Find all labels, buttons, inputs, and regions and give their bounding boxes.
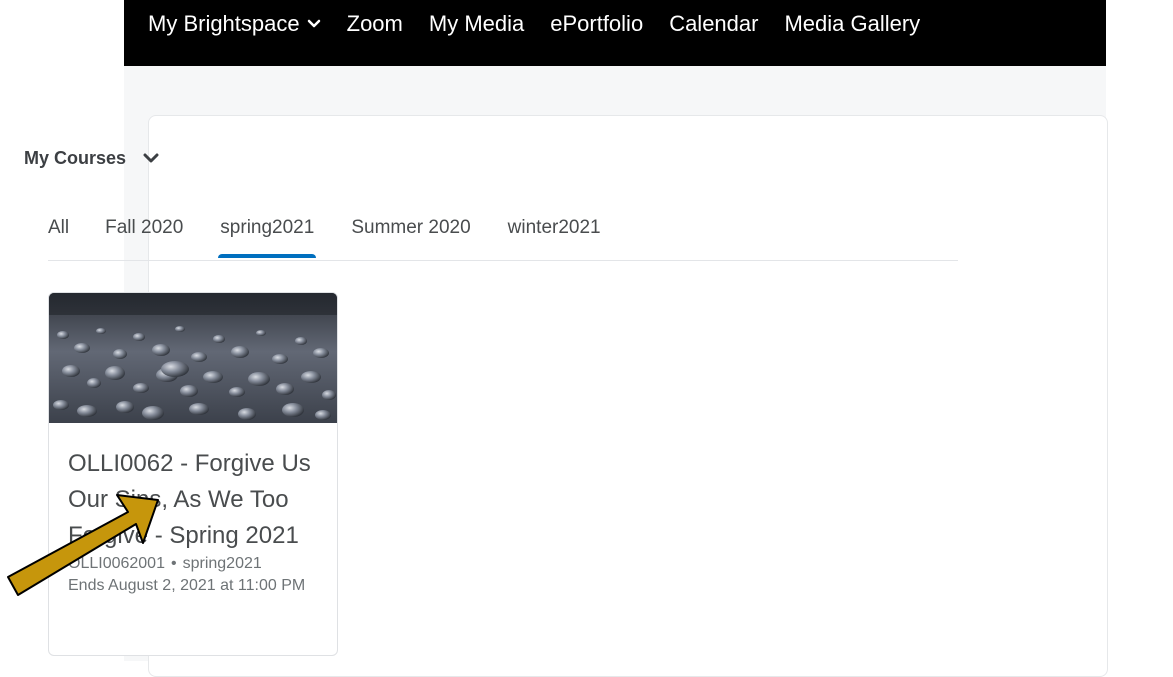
- chevron-down-icon: [307, 19, 320, 28]
- course-image: [49, 293, 337, 423]
- tab-spring2021[interactable]: spring2021: [218, 217, 317, 261]
- course-semester: spring2021: [182, 555, 262, 572]
- meta-separator: •: [170, 555, 177, 572]
- tab-winter2021[interactable]: winter2021: [508, 217, 601, 261]
- nav-media-gallery[interactable]: Media Gallery: [784, 13, 920, 35]
- nav-my-media[interactable]: My Media: [429, 13, 524, 35]
- nav-zoom[interactable]: Zoom: [347, 13, 403, 35]
- my-courses-menu[interactable]: My Courses: [24, 148, 159, 169]
- arrow-pointer: [7, 494, 159, 596]
- tab-all[interactable]: All: [48, 217, 69, 261]
- tab-fall-2020[interactable]: Fall 2020: [105, 217, 183, 261]
- gold-arrow-icon: [7, 494, 159, 596]
- nav-my-brightspace[interactable]: My Brightspace: [148, 13, 321, 35]
- semester-tabs: All Fall 2020 spring2021 Summer 2020 win…: [48, 217, 601, 261]
- top-navbar: My Brightspace Zoom My Media ePortfolio …: [124, 0, 1106, 66]
- my-courses-title: My Courses: [24, 148, 127, 168]
- nav-calendar[interactable]: Calendar: [669, 13, 758, 35]
- tabs-divider: [48, 260, 958, 261]
- water-droplets-image: [49, 293, 337, 423]
- nav-eportfolio[interactable]: ePortfolio: [550, 13, 643, 35]
- tab-summer-2020[interactable]: Summer 2020: [351, 217, 470, 261]
- chevron-down-icon: [143, 153, 159, 163]
- nav-my-brightspace-label: My Brightspace: [148, 11, 300, 36]
